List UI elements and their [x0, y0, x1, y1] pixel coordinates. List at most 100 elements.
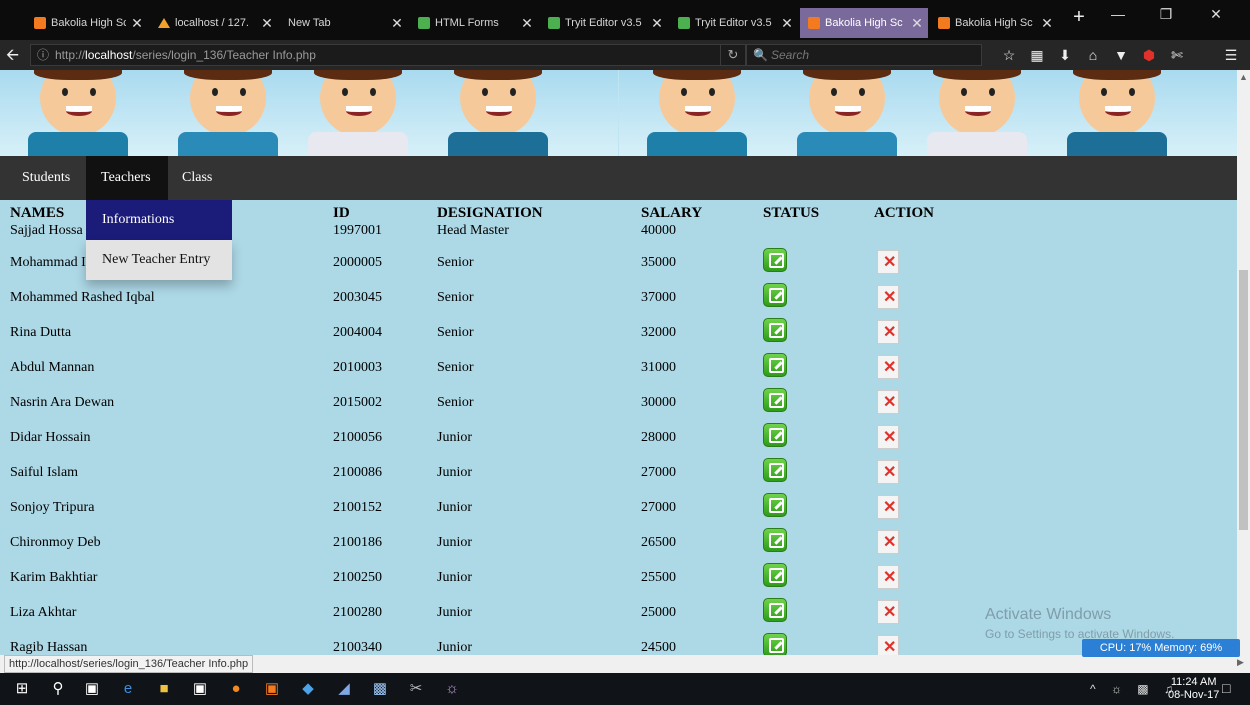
- delete-icon[interactable]: [877, 355, 899, 379]
- search-input[interactable]: 🔍 Search: [746, 44, 982, 66]
- windows-start-icon[interactable]: ⊞: [12, 679, 32, 699]
- download-icon[interactable]: ⬇: [1056, 47, 1074, 64]
- paint-icon[interactable]: ☼: [442, 679, 462, 699]
- teacher-name: Abdul Mannan: [10, 360, 95, 375]
- hamburger-menu-icon[interactable]: ☰: [1222, 47, 1240, 64]
- banner-illustration-part: [685, 106, 711, 116]
- minimize-button[interactable]: —: [1098, 6, 1138, 22]
- delete-icon[interactable]: [877, 425, 899, 449]
- extension-icon[interactable]: ✄: [1168, 47, 1186, 64]
- notepad-icon[interactable]: ◢: [334, 679, 354, 699]
- menu-teachers[interactable]: Teachers: [86, 156, 168, 200]
- scroll-right-arrow-icon[interactable]: ▶: [1237, 657, 1244, 668]
- banner-illustration-part: [66, 106, 92, 116]
- edit-icon[interactable]: [763, 423, 787, 447]
- banner-illustration-part: [370, 88, 376, 96]
- w3schools-icon: [548, 17, 560, 29]
- banner-illustration-part: [346, 106, 372, 116]
- store-icon[interactable]: ▣: [190, 679, 210, 699]
- edit-icon[interactable]: [763, 283, 787, 307]
- delete-icon[interactable]: [877, 600, 899, 624]
- vertical-scrollbar[interactable]: ▲: [1237, 70, 1250, 655]
- edit-icon[interactable]: [763, 633, 787, 655]
- menu-students[interactable]: Students: [10, 156, 86, 200]
- task-view-icon[interactable]: ▣: [82, 679, 102, 699]
- system-clock[interactable]: 11:24 AM 08-Nov-17: [1168, 676, 1219, 702]
- browser-tab[interactable]: Bakolia High Sc ✕: [26, 8, 148, 38]
- browser-tab[interactable]: New Tab ✕: [280, 8, 408, 38]
- w3schools-icon: [418, 17, 430, 29]
- tab-close-icon[interactable]: ✕: [126, 15, 148, 32]
- tab-close-icon[interactable]: ✕: [776, 15, 798, 32]
- xampp-icon[interactable]: ▣: [262, 679, 282, 699]
- search-icon[interactable]: ⚲: [48, 679, 68, 699]
- edit-icon[interactable]: [763, 493, 787, 517]
- delete-icon[interactable]: [877, 530, 899, 554]
- url-host: localhost: [85, 48, 133, 62]
- edit-icon[interactable]: [763, 528, 787, 552]
- teacher-designation: Junior: [437, 465, 472, 480]
- teachers-dropdown-menu: Informations New Teacher Entry: [86, 200, 232, 280]
- maximize-button[interactable]: ❐: [1146, 6, 1186, 23]
- tab-close-icon[interactable]: ✕: [646, 15, 668, 32]
- home-icon[interactable]: ⌂: [1084, 47, 1102, 63]
- browser-tab[interactable]: Tryit Editor v3.5 ✕: [670, 8, 798, 38]
- menu-class[interactable]: Class: [168, 156, 228, 200]
- delete-icon[interactable]: [877, 635, 899, 655]
- firefox-icon[interactable]: ●: [226, 679, 246, 699]
- edit-icon[interactable]: [763, 353, 787, 377]
- ublock-icon[interactable]: ⬢: [1140, 47, 1158, 64]
- tab-close-icon[interactable]: ✕: [256, 15, 278, 32]
- reload-icon[interactable]: ↻: [720, 44, 746, 66]
- tab-close-icon[interactable]: ✕: [906, 15, 928, 32]
- snipping-tool-icon[interactable]: ✂: [406, 679, 426, 699]
- tab-close-icon[interactable]: ✕: [386, 15, 408, 32]
- delete-icon[interactable]: [877, 390, 899, 414]
- edit-icon[interactable]: [763, 563, 787, 587]
- info-icon[interactable]: ⓘ: [37, 45, 49, 65]
- teacher-designation: Junior: [437, 640, 472, 655]
- banner-illustration-part: [62, 88, 68, 96]
- app-window-icon[interactable]: ▩: [370, 679, 390, 699]
- scroll-up-arrow-icon[interactable]: ▲: [1237, 72, 1250, 82]
- browser-tab[interactable]: Bakolia High Sc ✕: [800, 8, 928, 38]
- new-tab-button[interactable]: +: [1065, 6, 1093, 29]
- delete-icon[interactable]: [877, 460, 899, 484]
- tab-close-icon[interactable]: ✕: [1036, 15, 1058, 32]
- edit-icon[interactable]: [763, 388, 787, 412]
- browser-tab[interactable]: HTML Forms ✕: [410, 8, 538, 38]
- delete-icon[interactable]: [877, 250, 899, 274]
- close-window-button[interactable]: ✕: [1196, 6, 1236, 23]
- back-arrow-icon[interactable]: 🡨: [6, 44, 19, 71]
- delete-icon[interactable]: [877, 320, 899, 344]
- browser-tab[interactable]: Tryit Editor v3.5 ✕: [540, 8, 668, 38]
- edit-icon[interactable]: [763, 248, 787, 272]
- teacher-name: Karim Bakhtiar: [10, 570, 98, 585]
- bookmark-star-icon[interactable]: ☆: [1000, 47, 1018, 64]
- browser-tab[interactable]: localhost / 127. ✕: [150, 8, 278, 38]
- tab-close-icon[interactable]: ✕: [516, 15, 538, 32]
- dropdown-informations[interactable]: Informations: [86, 200, 232, 240]
- pocket-icon[interactable]: ▼: [1112, 47, 1130, 63]
- file-explorer-icon[interactable]: ■: [154, 679, 174, 699]
- edit-icon[interactable]: [763, 458, 787, 482]
- browser-tab[interactable]: Bakolia High Sc ✕: [930, 8, 1058, 38]
- notification-icon[interactable]: □: [1222, 680, 1230, 696]
- edge-browser-icon[interactable]: e: [118, 679, 138, 699]
- xampp-icon: [34, 17, 46, 29]
- delete-icon[interactable]: [877, 495, 899, 519]
- delete-icon[interactable]: [877, 285, 899, 309]
- dropdown-new-teacher-entry[interactable]: New Teacher Entry: [86, 240, 232, 280]
- scrollbar-thumb[interactable]: [1239, 270, 1248, 530]
- edit-icon[interactable]: [763, 318, 787, 342]
- edit-icon[interactable]: [763, 598, 787, 622]
- teacher-salary: 35000: [641, 255, 676, 270]
- teacher-name: Liza Akhtar: [10, 605, 77, 620]
- virtualbox-icon[interactable]: ◆: [298, 679, 318, 699]
- teacher-salary: 28000: [641, 430, 676, 445]
- delete-icon[interactable]: [877, 565, 899, 589]
- teacher-id: 2003045: [333, 290, 382, 305]
- reading-list-icon[interactable]: ▦: [1028, 47, 1046, 64]
- url-bar[interactable]: ⓘ http://localhost/series/login_136/Teac…: [30, 44, 720, 66]
- system-tray-icons[interactable]: ^ ☼ ▩ ♫: [1090, 682, 1179, 696]
